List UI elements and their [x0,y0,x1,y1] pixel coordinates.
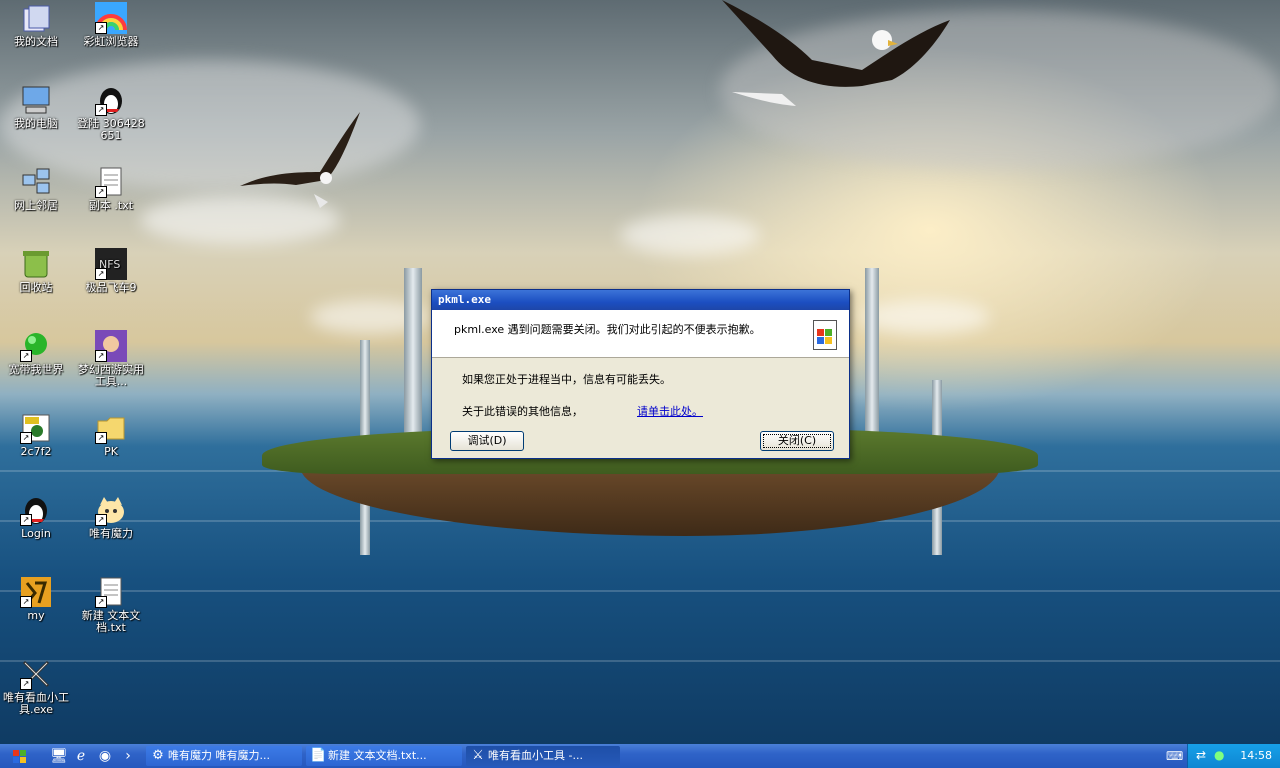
taskbar-item-weiyou-moli[interactable]: ⚙ 唯有魔力 唯有魔力... [146,746,302,766]
taskbar-item-label: 唯有魔力 唯有魔力... [168,749,270,762]
system-tray: ⇄ ● 14:58 [1187,744,1280,768]
desktop-icon-label: 我的文档 [14,35,58,48]
qq-penguin-icon: ↗ [20,494,52,526]
desktop-icon-label: 登陆 306428651 [77,117,145,142]
dialog-header: pkml.exe 遇到问题需要关闭。我们对此引起的不便表示抱歉。 [432,310,849,358]
desktop-icon-label: my [27,609,45,622]
debug-button[interactable]: 调试(D) [450,431,524,451]
taskbar-item-label: 新建 文本文档.txt... [328,749,427,762]
desktop-icon-broadband[interactable]: ↗ 宽带我世界 [0,330,72,376]
floating-island-rock [300,466,1000,536]
desktop-icon-nfs9[interactable]: NFS ↗ 极品飞车9 [75,248,147,294]
error-dialog[interactable]: pkml.exe pkml.exe 遇到问题需要关闭。我们对此引起的不便表示抱歉… [431,289,850,459]
wallpaper-cloud [860,300,990,334]
text-file-icon: ↗ [95,576,127,608]
windows-start-icon [12,749,26,763]
crossed-swords-icon: ⚔ [472,748,484,763]
desktop-icon-label: 宽带我世界 [8,363,64,376]
app-tray-icon[interactable]: ● [1214,748,1224,762]
quicklaunch-expand-icon[interactable]: › [122,747,134,765]
desktop-icon-qq-login[interactable]: ↗ Login [0,494,72,540]
folder-icon: ↗ [95,412,127,444]
desktop-icon-new-text-doc[interactable]: ↗ 新建 文本文档.txt [75,576,147,634]
desktop-icon-2c7f2[interactable]: ↗ 2c7f2 [0,412,72,458]
desktop-icon-label: 彩虹浏览器 [83,35,139,48]
show-desktop-icon[interactable]: 🖥 [50,747,68,765]
network-places-icon [20,166,52,198]
desktop-icon-qq-login-number[interactable]: ↗ 登陆 306428651 [75,84,147,142]
text-file-icon: ↗ [95,166,127,198]
eagle-small [240,112,360,208]
notepad-icon: 📄 [310,748,327,763]
wallpaper-cloud [620,215,760,255]
dialog-message: pkml.exe 遇到问题需要关闭。我们对此引起的不便表示抱歉。 [454,323,761,336]
eagle-large [722,0,950,106]
wave-line [0,590,1280,592]
desktop-icon-label: 副本 .txt [88,199,134,212]
crossed-swords-icon: ↗ [20,658,52,690]
desktop[interactable]: 我的文档 ↗ 彩虹浏览器 我的电脑 ↗ 登陆 306428651 网上邻居 ↗ … [0,0,1280,744]
desktop-icon-label: 唯有看血小工具.exe [3,691,69,716]
my-computer-icon [20,84,52,116]
taskbar: 🖥 ℯ ◉ › ⚙ 唯有魔力 唯有魔力... 📄 新建 文本文档.txt... … [0,744,1280,768]
dialog-more-info-link[interactable]: 请单击此处。 [637,403,703,419]
desktop-icon-label: 极品飞车9 [85,281,137,294]
island-pillar [404,268,422,438]
desktop-icon-label: 我的电脑 [14,117,58,130]
desktop-icon-my-documents[interactable]: 我的文档 [0,2,72,48]
desktop-icon-label: Login [21,527,51,540]
desktop-icon-label: 新建 文本文档.txt [81,609,141,634]
internet-explorer-icon[interactable]: ℯ [72,747,90,765]
game-icon: ↗ [20,576,52,608]
desktop-icon-recycle-bin[interactable]: 回收站 [0,248,72,294]
jpg-image-icon: ↗ [20,412,52,444]
desktop-icon-label: 梦幻西游实用工具... [78,363,144,388]
game-character-icon: ↗ [95,330,127,362]
taskbar-item-notepad[interactable]: 📄 新建 文本文档.txt... [306,746,462,766]
rainbow-browser-icon: ↗ [95,2,127,34]
windows-logo-icon [813,320,837,350]
taskbar-item-blood-tool[interactable]: ⚔ 唯有看血小工具 -... [466,746,620,766]
gear-app-icon: ⚙ [152,748,164,763]
start-button[interactable] [0,744,36,768]
desktop-icon-label: PK [104,445,118,458]
desktop-icon-label: 唯有魔力 [89,527,133,540]
my-documents-icon [20,2,52,34]
media-player-icon[interactable]: ◉ [96,747,114,765]
clock[interactable]: 14:58 [1240,744,1272,768]
keyboard-icon[interactable]: ⌨ [1166,749,1183,763]
recycle-bin-icon [20,248,52,280]
close-button[interactable]: 关闭(C) [760,431,834,451]
dialog-info-line: 如果您正处于进程当中，信息有可能丢失。 [462,373,671,386]
desktop-icon-copy-txt[interactable]: ↗ 副本 .txt [75,166,147,212]
network-icon[interactable]: ⇄ [1196,748,1206,762]
desktop-icon-label: 2c7f2 [20,445,52,458]
desktop-icon-label: 回收站 [19,281,53,294]
desktop-icon-rainbow-browser[interactable]: ↗ 彩虹浏览器 [75,2,147,48]
cat-icon: ↗ [95,494,127,526]
dialog-title: pkml.exe [438,293,491,306]
dialog-more-info-label: 关于此错误的其他信息， [462,405,583,418]
taskbar-item-label: 唯有看血小工具 -... [488,749,583,762]
desktop-icon-mhxy-tools[interactable]: ↗ 梦幻西游实用工具... [75,330,147,388]
desktop-icon-pk-folder[interactable]: ↗ PK [75,412,147,458]
broadband-icon: ↗ [20,330,52,362]
wave-line [0,660,1280,662]
dialog-title-bar[interactable]: pkml.exe [432,290,849,310]
desktop-icon-blood-tool[interactable]: ↗ 唯有看血小工具.exe [0,658,72,716]
qq-penguin-icon: ↗ [95,84,127,116]
desktop-icon-label: 网上邻居 [14,199,58,212]
desktop-icon-my-computer[interactable]: 我的电脑 [0,84,72,130]
desktop-icon-weiyou-moli[interactable]: ↗ 唯有魔力 [75,494,147,540]
nfs-game-icon: NFS ↗ [95,248,127,280]
island-pillar [865,268,879,438]
desktop-icon-network-places[interactable]: 网上邻居 [0,166,72,212]
desktop-icon-my[interactable]: ↗ my [0,576,72,622]
